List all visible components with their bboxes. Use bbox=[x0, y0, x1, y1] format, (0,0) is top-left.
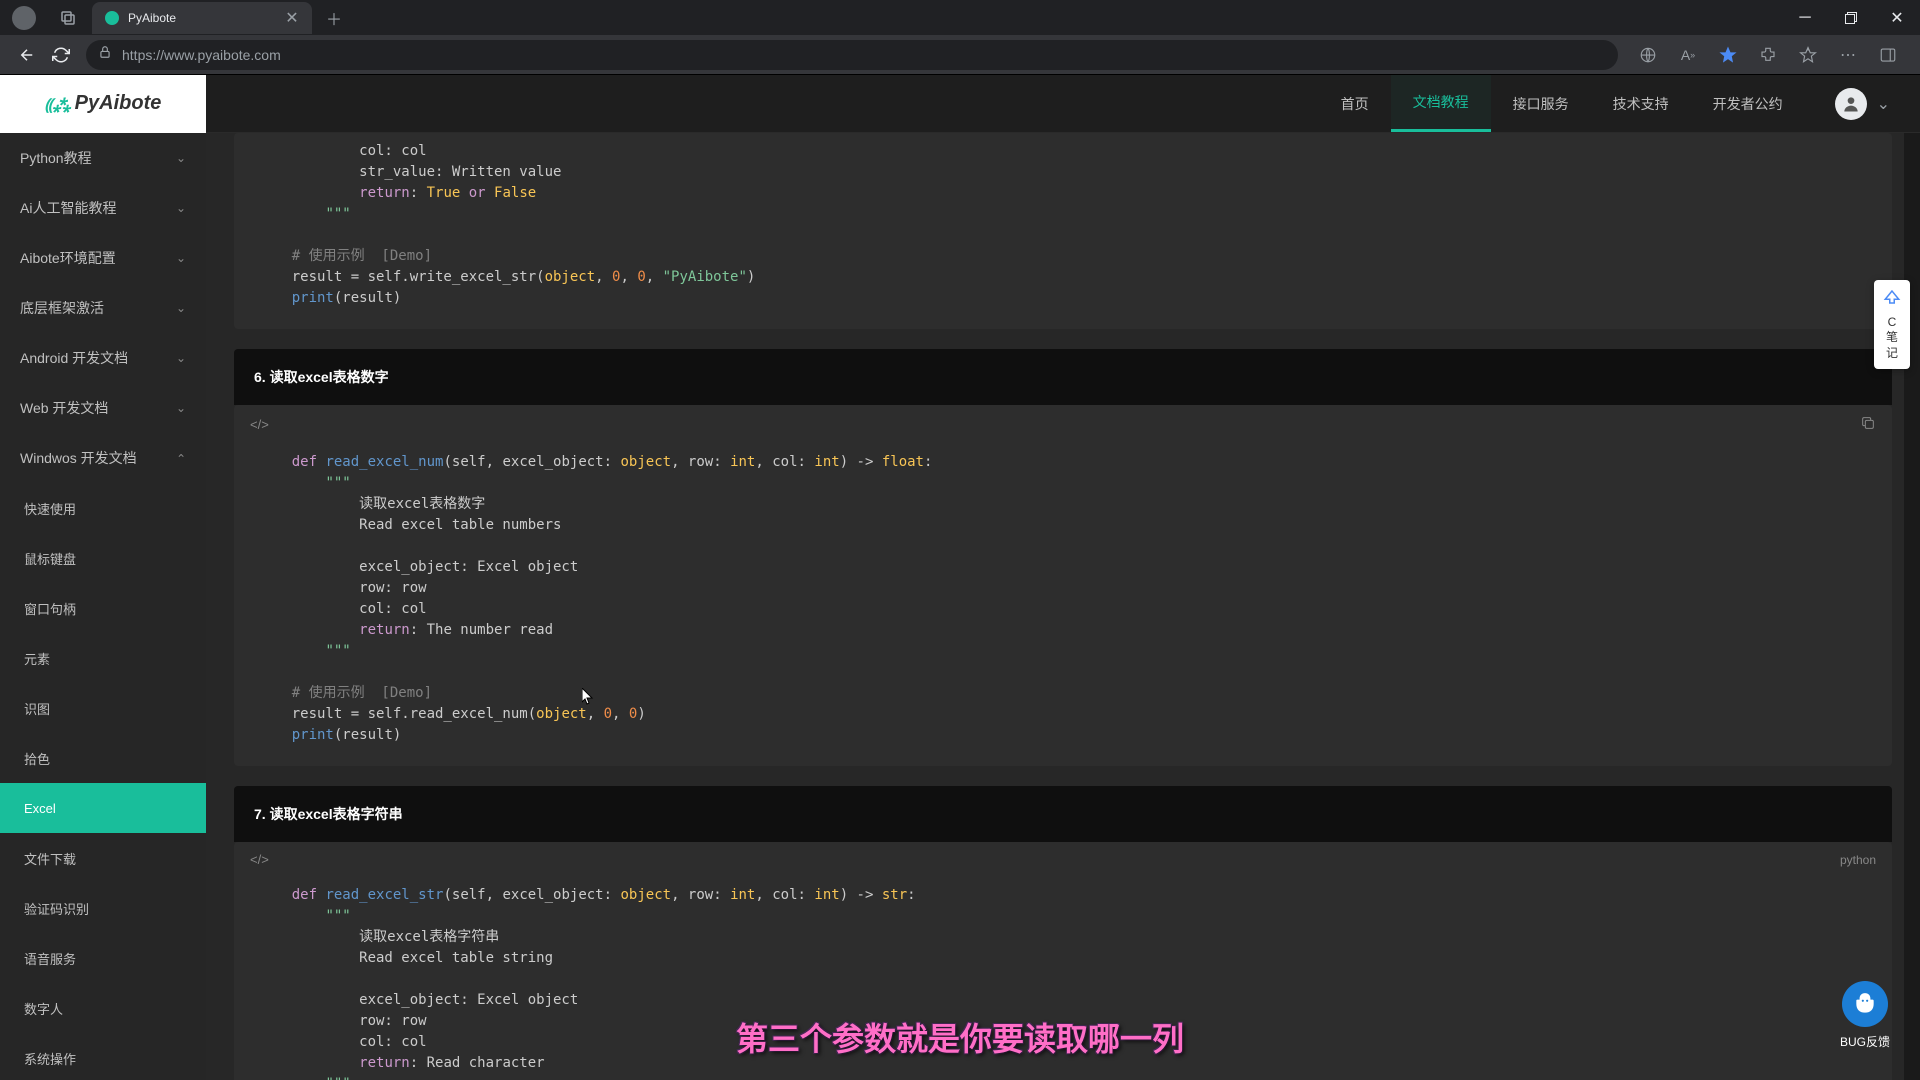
sidebar-item[interactable]: 拾色 bbox=[0, 733, 206, 783]
lock-icon bbox=[98, 45, 112, 64]
tab-favicon-icon bbox=[104, 10, 120, 26]
translate-icon[interactable] bbox=[1634, 41, 1662, 69]
sidebar-group[interactable]: Web 开发文档⌄ bbox=[0, 383, 206, 433]
notes-widget[interactable]: C 笔 记 bbox=[1874, 280, 1910, 369]
nav-home[interactable]: 首页 bbox=[1319, 75, 1391, 132]
section-7-header: 7. 读取excel表格字符串 bbox=[234, 786, 1892, 842]
sidebar-item[interactable]: 数字人 bbox=[0, 983, 206, 1033]
site-header: ⸨⁂PyAibote 首页 文档教程 接口服务 技术支持 开发者公约 ⌄ bbox=[0, 75, 1920, 133]
page-scrollbar[interactable] bbox=[1904, 75, 1920, 1080]
maximize-button[interactable] bbox=[1828, 0, 1874, 35]
nav-api[interactable]: 接口服务 bbox=[1491, 75, 1591, 132]
window-titlebar: PyAibote ✕ ＋ ─ ✕ bbox=[0, 0, 1920, 35]
url-input[interactable]: https://www.pyaibote.com bbox=[86, 40, 1618, 70]
tab-close-icon[interactable]: ✕ bbox=[284, 10, 300, 26]
sidebar-item[interactable]: 元素 bbox=[0, 633, 206, 683]
extensions-icon[interactable] bbox=[1754, 41, 1782, 69]
titlebar-left: PyAibote ✕ ＋ bbox=[0, 0, 348, 35]
sidebar-group[interactable]: Ai人工智能教程⌄ bbox=[0, 183, 206, 233]
sidebar-item[interactable]: 识图 bbox=[0, 683, 206, 733]
collections-icon[interactable] bbox=[1794, 41, 1822, 69]
toolbar-icons: A» ⋯ bbox=[1626, 41, 1910, 69]
nav-docs[interactable]: 文档教程 bbox=[1391, 75, 1491, 132]
top-nav: 首页 文档教程 接口服务 技术支持 开发者公约 ⌄ bbox=[1319, 75, 1920, 132]
workspaces-icon[interactable] bbox=[54, 4, 82, 32]
sidebar-item[interactable]: 窗口句柄 bbox=[0, 583, 206, 633]
profile-icon[interactable] bbox=[12, 6, 36, 30]
sidebar-item[interactable]: 鼠标键盘 bbox=[0, 533, 206, 583]
browser-tab[interactable]: PyAibote ✕ bbox=[92, 2, 312, 34]
code-block-write-excel: col: col str_value: Written value return… bbox=[234, 133, 1892, 329]
code-tag-icon: </> bbox=[250, 852, 269, 867]
sidebar-group[interactable]: 底层框架激活⌄ bbox=[0, 283, 206, 333]
logo[interactable]: ⸨⁂PyAibote bbox=[0, 75, 206, 133]
sidebar-item[interactable]: 快速使用 bbox=[0, 483, 206, 533]
sidebar-group[interactable]: Aibote环境配置⌄ bbox=[0, 233, 206, 283]
copy-code-button[interactable] bbox=[1860, 415, 1876, 434]
code-block-read-num: </> def read_excel_num(self, excel_objec… bbox=[234, 405, 1892, 766]
more-icon[interactable]: ⋯ bbox=[1834, 41, 1862, 69]
sidebar: Python教程⌄Ai人工智能教程⌄Aibote环境配置⌄底层框架激活⌄Andr… bbox=[0, 75, 206, 1080]
url-text: https://www.pyaibote.com bbox=[122, 47, 281, 63]
bug-feedback-widget[interactable]: BUG反馈 bbox=[1840, 981, 1890, 1050]
main-content: col: col str_value: Written value return… bbox=[206, 75, 1920, 1080]
sidebar-group[interactable]: Windwos 开发文档⌄ bbox=[0, 433, 206, 483]
bug-icon bbox=[1842, 981, 1888, 1027]
address-bar: https://www.pyaibote.com A» ⋯ bbox=[0, 35, 1920, 75]
code-content: def read_excel_num(self, excel_object: o… bbox=[234, 444, 1892, 766]
sidebar-icon[interactable] bbox=[1874, 41, 1902, 69]
sidebar-item[interactable]: 系统操作 bbox=[0, 1033, 206, 1080]
refresh-button[interactable] bbox=[44, 38, 78, 72]
sidebar-group[interactable]: Python教程⌄ bbox=[0, 133, 206, 183]
back-button[interactable] bbox=[10, 38, 44, 72]
read-aloud-icon[interactable]: A» bbox=[1674, 41, 1702, 69]
bug-label: BUG反馈 bbox=[1840, 1033, 1890, 1050]
tab-title: PyAibote bbox=[128, 11, 284, 25]
sidebar-item[interactable]: 文件下载 bbox=[0, 833, 206, 883]
code-content: col: col str_value: Written value return… bbox=[234, 133, 1892, 329]
minimize-button[interactable]: ─ bbox=[1782, 0, 1828, 35]
avatar-icon bbox=[1835, 88, 1867, 120]
nav-support[interactable]: 技术支持 bbox=[1591, 75, 1691, 132]
video-subtitle: 第三个参数就是你要读取哪一列 bbox=[736, 1014, 1184, 1060]
close-button[interactable]: ✕ bbox=[1874, 0, 1920, 35]
window-controls: ─ ✕ bbox=[1782, 0, 1920, 35]
new-tab-button[interactable]: ＋ bbox=[320, 4, 348, 32]
code-tag-icon: </> bbox=[250, 417, 269, 432]
avatar-menu[interactable]: ⌄ bbox=[1835, 88, 1890, 120]
sidebar-item[interactable]: Excel bbox=[0, 783, 206, 833]
sidebar-group[interactable]: Android 开发文档⌄ bbox=[0, 333, 206, 383]
favorite-icon[interactable] bbox=[1714, 41, 1742, 69]
sidebar-item[interactable]: 验证码识别 bbox=[0, 883, 206, 933]
sidebar-item[interactable]: 语音服务 bbox=[0, 933, 206, 983]
page: ⸨⁂PyAibote 首页 文档教程 接口服务 技术支持 开发者公约 ⌄ Pyt… bbox=[0, 75, 1920, 1080]
section-6-header: 6. 读取excel表格数字 bbox=[234, 349, 1892, 405]
code-language: python bbox=[1840, 853, 1876, 867]
nav-convention[interactable]: 开发者公约 bbox=[1691, 75, 1805, 132]
chevron-down-icon: ⌄ bbox=[1877, 94, 1890, 114]
